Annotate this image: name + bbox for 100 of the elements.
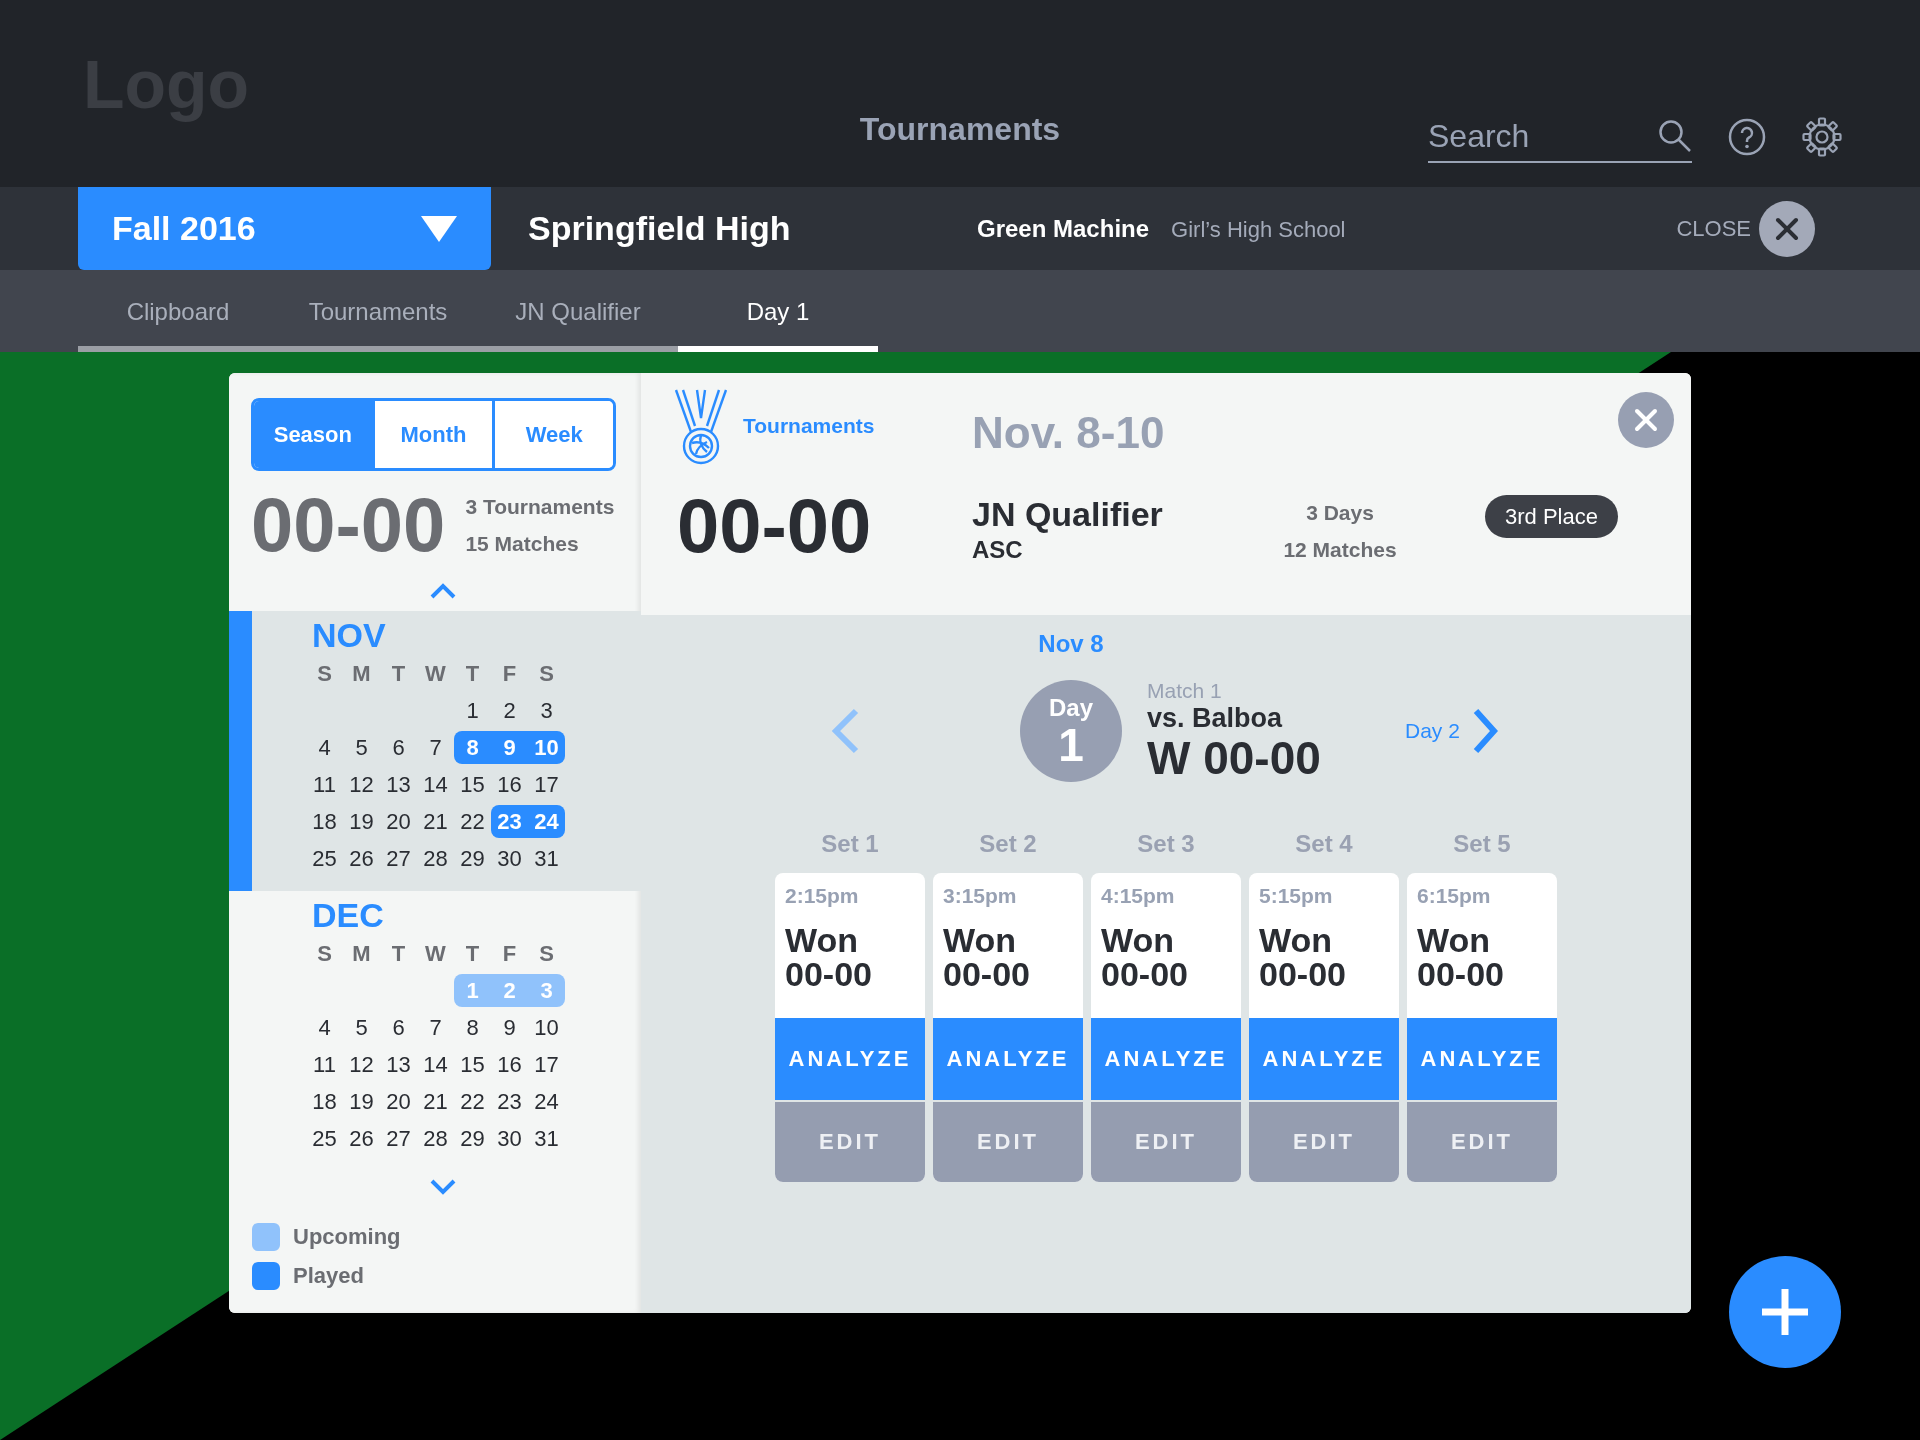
weekday-label: M <box>351 660 372 687</box>
tournament-venue: ASC <box>972 535 1024 565</box>
calendar-day[interactable]: 16 <box>491 773 528 796</box>
calendar-day[interactable]: 9 <box>491 1016 528 1039</box>
calendar-day[interactable]: 27 <box>380 1127 417 1150</box>
calendar-day[interactable]: 7 <box>417 736 454 759</box>
calendar-day[interactable]: 13 <box>380 773 417 796</box>
weekday-label: F <box>501 940 518 967</box>
calendar-day[interactable]: 31 <box>528 847 565 870</box>
close-button[interactable]: CLOSE <box>1676 200 1815 257</box>
set-score: 00-00 <box>943 957 1031 991</box>
calendar-day[interactable]: 6 <box>380 736 417 759</box>
help-icon[interactable] <box>1728 118 1766 156</box>
set-outcome: Won <box>1101 923 1175 957</box>
search-field[interactable]: Search <box>1428 111 1692 163</box>
calendar-day[interactable]: 4 <box>306 1016 343 1039</box>
calendar-day[interactable]: 12 <box>343 1053 380 1076</box>
calendar-day[interactable]: 1 <box>454 699 491 722</box>
calendar-day[interactable]: 17 <box>528 1053 565 1076</box>
weekday-label: W <box>424 940 447 967</box>
caret-down-icon <box>421 215 457 242</box>
weekday-label: S <box>538 660 555 687</box>
division-label: Girl’s High School <box>1171 216 1346 243</box>
season-record: 00-00 <box>251 487 446 563</box>
weekday-label: W <box>424 660 447 687</box>
weekday-label: T <box>464 660 481 687</box>
set-outcome: Won <box>1417 923 1491 957</box>
calendar-day[interactable]: 19 <box>343 1090 380 1113</box>
calendar-day[interactable]: 5 <box>343 1016 380 1039</box>
calendar-day[interactable]: 4 <box>306 736 343 759</box>
calendar-day[interactable]: 22 <box>454 810 491 833</box>
calendar-day[interactable]: 26 <box>343 847 380 870</box>
medal-icon <box>673 388 729 466</box>
calendar-day[interactable]: 28 <box>417 1127 454 1150</box>
placement-badge: 3rd Place <box>1485 495 1618 538</box>
calendar-day[interactable]: 30 <box>491 1127 528 1150</box>
match-result: W 00-00 <box>1147 733 1322 783</box>
calendar-day[interactable]: 18 <box>306 810 343 833</box>
calendar-day[interactable]: 11 <box>306 773 343 796</box>
calendar-day[interactable]: 25 <box>306 1127 343 1150</box>
calendar-day[interactable]: 15 <box>454 1053 491 1076</box>
calendar-day[interactable]: 30 <box>491 847 528 870</box>
calendar-day[interactable]: 24 <box>528 1090 565 1113</box>
school-name: Springfield High <box>527 209 792 248</box>
calendar-day[interactable]: 21 <box>417 1090 454 1113</box>
settings-icon[interactable] <box>1802 117 1842 157</box>
set-label: Set 2 <box>978 829 1038 859</box>
search-icon[interactable] <box>1658 119 1692 153</box>
calendar-day[interactable]: 18 <box>306 1090 343 1113</box>
calendar-day[interactable]: 10 <box>528 1016 565 1039</box>
calendar-day[interactable]: 20 <box>380 810 417 833</box>
close-icon[interactable] <box>1617 392 1674 448</box>
set-outcome: Won <box>785 923 859 957</box>
calendar-day[interactable]: 29 <box>454 847 491 870</box>
calendar-day[interactable]: 22 <box>454 1090 491 1113</box>
set-time: 4:15pm <box>1101 883 1176 909</box>
set-score: 00-00 <box>1101 957 1189 991</box>
calendar-day[interactable]: 3 <box>528 699 565 722</box>
season-stat: 15 Matches <box>465 531 580 557</box>
calendar-day[interactable]: 31 <box>528 1127 565 1150</box>
weekday-label: F <box>501 660 518 687</box>
set-score: 00-00 <box>1259 957 1347 991</box>
calendar-day[interactable]: 5 <box>343 736 380 759</box>
day-date: Nov 8 <box>1038 629 1104 659</box>
calendar-day[interactable]: 25 <box>306 847 343 870</box>
calendar-day[interactable]: 13 <box>380 1053 417 1076</box>
calendar-day[interactable]: 21 <box>417 810 454 833</box>
calendar-day[interactable]: 2 <box>491 699 528 722</box>
calendar-day[interactable]: 17 <box>528 773 565 796</box>
set-time: 3:15pm <box>943 883 1018 909</box>
chevron-up-icon[interactable] <box>430 583 456 599</box>
calendar-day[interactable]: 15 <box>454 773 491 796</box>
opponent-name: vs. Balboa <box>1147 703 1284 733</box>
calendar-day[interactable]: 6 <box>380 1016 417 1039</box>
calendar-day[interactable]: 12 <box>343 773 380 796</box>
calendar-day[interactable]: 8 <box>454 1016 491 1039</box>
calendar-day[interactable]: 29 <box>454 1127 491 1150</box>
set-score: 00-00 <box>1417 957 1505 991</box>
calendar-day[interactable]: 19 <box>343 810 380 833</box>
calendar-day[interactable]: 26 <box>343 1127 380 1150</box>
team-name: Green Machine <box>977 214 1150 243</box>
day-badge: Day 1 <box>1020 680 1122 782</box>
weekday-label: T <box>464 940 481 967</box>
calendar-day[interactable]: 27 <box>380 847 417 870</box>
calendar-day[interactable]: 20 <box>380 1090 417 1113</box>
calendar-day[interactable]: 11 <box>306 1053 343 1076</box>
set-time: 5:15pm <box>1259 883 1334 909</box>
tournament-record: 00-00 <box>677 488 873 570</box>
set-label: Set 1 <box>820 829 880 859</box>
chevron-down-icon[interactable] <box>430 1179 456 1195</box>
calendar-day[interactable]: 16 <box>491 1053 528 1076</box>
weekday-label: S <box>538 940 555 967</box>
month-label: NOV <box>312 615 387 655</box>
set-label: Set 3 <box>1136 829 1196 859</box>
weekday-label: M <box>351 940 372 967</box>
calendar-day[interactable]: 14 <box>417 773 454 796</box>
calendar-day[interactable]: 7 <box>417 1016 454 1039</box>
calendar-day[interactable]: 23 <box>491 1090 528 1113</box>
calendar-day[interactable]: 28 <box>417 847 454 870</box>
calendar-day[interactable]: 14 <box>417 1053 454 1076</box>
